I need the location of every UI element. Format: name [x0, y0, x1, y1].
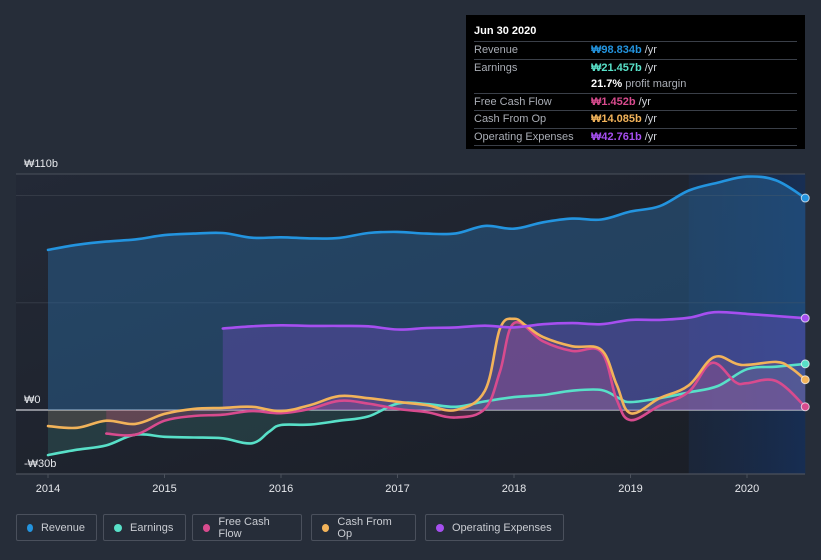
end-marker-free-cash-flow [800, 402, 810, 412]
legend-dot-icon [322, 523, 330, 532]
end-marker-revenue [800, 193, 810, 203]
tooltip-unit: /yr [644, 44, 657, 56]
tooltip-value: ₩21.457b [591, 61, 642, 74]
y-tick-label-neg30: -₩30b [24, 458, 56, 470]
tooltip-unit: /yr [644, 130, 657, 143]
axes [16, 473, 805, 478]
tooltip-row-profit-margin: 21.7% profit margin [474, 76, 797, 94]
x-tick-label: 2020 [735, 483, 759, 495]
tooltip-label: Earnings [474, 61, 518, 74]
x-tick-label: 2014 [36, 483, 60, 495]
tooltip-row-revenue: Revenue ₩98.834b /yr [474, 42, 797, 60]
x-tick-label: 2015 [152, 483, 176, 495]
x-tick-label: 2016 [269, 483, 293, 495]
tooltip-label: Operating Expenses [474, 130, 574, 143]
tooltip-row-free-cash-flow: Free Cash Flow ₩1.452b /yr [474, 94, 797, 111]
tooltip-label: Revenue [474, 44, 519, 56]
legend-item-operating-expenses[interactable]: Operating Expenses [425, 514, 564, 541]
tooltip-row-operating-expenses: Operating Expenses ₩42.761b /yr [474, 129, 797, 146]
legend-label: Revenue [40, 521, 85, 534]
legend-dot-icon [27, 523, 33, 532]
tooltip-row-earnings: Earnings ₩21.457b /yr [474, 60, 797, 77]
legend-label: Earnings [130, 521, 174, 534]
data-tooltip: Jun 30 2020 Revenue ₩98.834b /yr Earning… [466, 15, 805, 149]
legend-item-cash-from-op[interactable]: Cash From Op [311, 514, 416, 541]
x-tick-labels: 2014 2015 2016 2017 2018 2019 2020 [36, 483, 759, 495]
end-marker-cash-from-op [800, 375, 810, 385]
tooltip-row-cash-from-op: Cash From Op ₩14.085b /yr [474, 111, 797, 129]
legend-dot-icon [114, 523, 122, 532]
chart-legend: Revenue Earnings Free Cash Flow Cash Fro… [16, 514, 564, 541]
tooltip-date: Jun 30 2020 [474, 23, 797, 42]
end-marker-earnings [800, 359, 810, 369]
legend-item-free-cash-flow[interactable]: Free Cash Flow [192, 514, 302, 541]
tooltip-label: Cash From Op [474, 113, 547, 125]
tooltip-unit: /yr [638, 95, 651, 108]
legend-label: Cash From Op [337, 515, 392, 540]
legend-item-earnings[interactable]: Earnings [103, 514, 186, 541]
legend-dot-icon [203, 523, 211, 532]
end-marker-operating-expenses [800, 313, 810, 323]
tooltip-label: Free Cash Flow [474, 95, 552, 108]
tooltip-value: ₩1.452b [591, 95, 636, 108]
legend-label: Operating Expenses [452, 521, 552, 534]
legend-label: Free Cash Flow [218, 515, 270, 540]
x-tick-label: 2019 [618, 483, 642, 495]
x-tick-label: 2018 [502, 483, 526, 495]
tooltip-label [474, 76, 591, 93]
profit-margin-label: profit margin [625, 78, 687, 90]
y-tick-label-110: ₩110b [24, 158, 58, 170]
tooltip-value: ₩14.085b [591, 113, 642, 125]
legend-item-revenue[interactable]: Revenue [16, 514, 97, 541]
tooltip-value: ₩98.834b [591, 44, 642, 56]
tooltip-unit: /yr [644, 113, 657, 125]
profit-margin-value: 21.7% [591, 78, 623, 90]
tooltip-value: ₩42.761b [591, 130, 642, 143]
x-tick-label: 2017 [385, 483, 409, 495]
tooltip-unit: /yr [644, 61, 657, 74]
y-tick-label-0: ₩0 [24, 394, 41, 406]
legend-dot-icon [436, 523, 444, 532]
